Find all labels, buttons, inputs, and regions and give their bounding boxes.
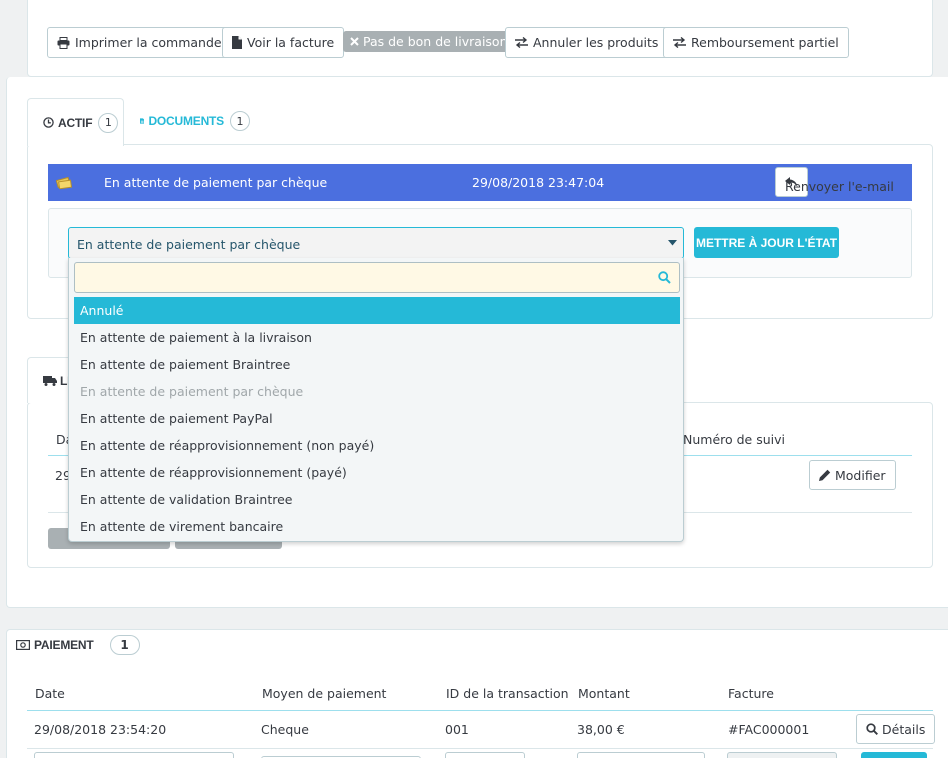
dropdown-option[interactable]: En attente de paiement à la livraison [74, 324, 680, 351]
payment-transaction-input[interactable] [445, 752, 525, 758]
dropdown-option[interactable]: En attente de paiement Braintree [74, 351, 680, 378]
print-icon [57, 36, 70, 49]
payment-header-date: Date [35, 686, 65, 701]
dropdown-option: En attente de paiement par chèque [80, 384, 304, 399]
modify-shipping-label: Modifier [835, 467, 886, 483]
dropdown-option[interactable]: En attente de virement bancaire [74, 513, 680, 540]
dropdown-option[interactable]: Annulé [74, 297, 680, 324]
payment-add-button[interactable] [861, 752, 927, 758]
order-state-select[interactable]: En attente de paiement par chèque [68, 227, 684, 259]
dropdown-search-input[interactable] [74, 262, 680, 293]
payment-date-cell: 29/08/2018 23:54:20 [34, 722, 167, 737]
history-status: En attente de paiement par chèque [104, 175, 328, 190]
clock-icon [43, 117, 54, 128]
truck-icon [43, 375, 57, 386]
payment-row-divider [27, 748, 933, 749]
file-icon [232, 36, 242, 49]
exchange-icon [515, 37, 528, 48]
update-state-label: METTRE À JOUR L'ÉTAT [695, 235, 838, 250]
search-icon [866, 723, 878, 735]
history-row: En attente de paiement par chèque 29/08/… [48, 164, 912, 201]
file-text-icon [140, 118, 145, 124]
tab-active-count: 1 [98, 112, 119, 133]
pencil-icon [819, 469, 831, 481]
payment-details-label: Détails [882, 721, 926, 737]
tracking-number-header: Numéro de suivi [683, 432, 786, 447]
caret-down-icon [668, 240, 677, 246]
resend-email-button[interactable]: Renvoyer l'e-mail [775, 167, 894, 197]
payment-header-transaction: ID de la transaction [446, 686, 569, 701]
order-state-selected: En attente de paiement par chèque [77, 237, 301, 252]
payment-transaction-cell: 001 [445, 722, 469, 737]
payment-count: 1 [109, 635, 140, 655]
payment-title: PAIEMENT [34, 638, 94, 652]
payment-method-cell: Cheque [261, 722, 309, 737]
tab-active[interactable]: ACTIF 1 [27, 98, 124, 146]
payment-header-divider [27, 710, 933, 711]
tab-documents[interactable]: DOCUMENTS 1 [140, 98, 250, 144]
dropdown-option[interactable]: En attente de validation Braintree [74, 486, 680, 513]
partial-refund-label: Remboursement partiel [691, 35, 839, 50]
print-order-label: Imprimer la commande [75, 35, 222, 50]
payment-invoice-cell: #FAC000001 [728, 722, 810, 737]
update-state-button[interactable]: METTRE À JOUR L'ÉTAT [694, 227, 839, 258]
tab-documents-count: 1 [230, 111, 250, 131]
no-delivery-slip-badge: Pas de bon de livraison [343, 31, 515, 52]
payment-details-button[interactable]: Détails [856, 714, 936, 744]
payment-invoice-select[interactable] [727, 752, 837, 758]
history-date: 29/08/2018 23:47:04 [472, 175, 605, 190]
dropdown-option[interactable]: En attente de réapprovisionnement (non p… [74, 432, 680, 459]
close-icon [350, 37, 359, 46]
money-icon [56, 176, 72, 189]
tab-documents-label: DOCUMENTS [148, 114, 224, 128]
order-state-dropdown: Annulé En attente de paiement à la livrai… [68, 258, 684, 542]
dropdown-option[interactable]: En attente de paiement PayPal [74, 405, 680, 432]
print-order-button[interactable]: Imprimer la commande [47, 27, 232, 58]
cancel-products-button[interactable]: Annuler les produits [505, 27, 669, 58]
payment-date-input[interactable] [34, 752, 234, 758]
payment-header-invoice: Facture [728, 686, 774, 701]
tab-active-label: ACTIF [58, 115, 93, 130]
partial-refund-button[interactable]: Remboursement partiel [663, 27, 849, 58]
payment-amount-input[interactable] [577, 752, 705, 758]
view-invoice-button[interactable]: Voir la facture [222, 27, 345, 58]
exchange-icon [673, 37, 686, 48]
payment-header-method: Moyen de paiement [262, 686, 387, 701]
cancel-products-label: Annuler les produits [533, 35, 659, 50]
resend-email-label: Renvoyer l'e-mail [785, 179, 894, 194]
payment-header-amount: Montant [578, 686, 630, 701]
no-delivery-slip-label: Pas de bon de livraison [363, 34, 508, 49]
search-icon [658, 271, 671, 284]
payment-header: PAIEMENT 1 [16, 635, 140, 655]
dropdown-option[interactable]: En attente de réapprovisionnement (payé) [74, 459, 680, 486]
money-bill-icon [16, 640, 30, 650]
view-invoice-label: Voir la facture [247, 35, 335, 50]
modify-shipping-button[interactable]: Modifier [809, 460, 896, 490]
payment-amount-cell: 38,00 € [577, 722, 625, 737]
